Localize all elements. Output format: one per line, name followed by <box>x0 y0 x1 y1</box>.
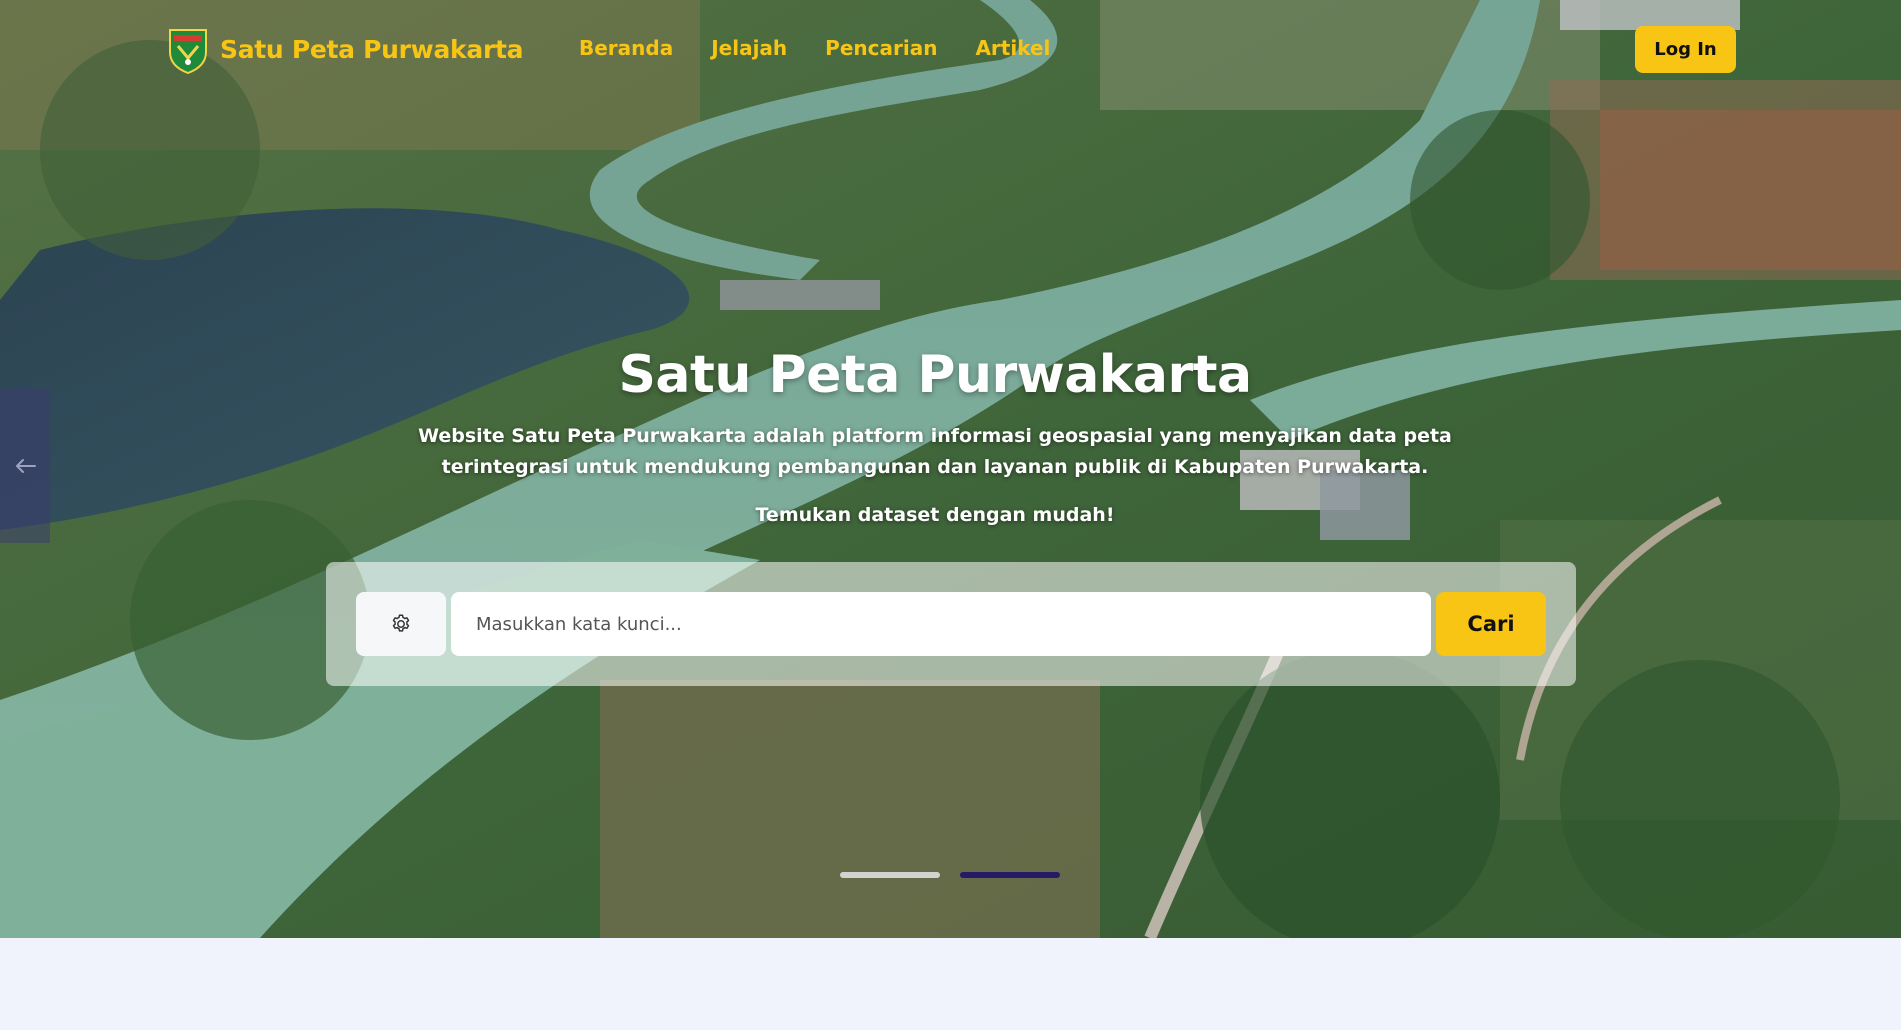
nav-item-artikel[interactable]: Artikel <box>975 36 1050 60</box>
nav-item-jelajah[interactable]: Jelajah <box>711 36 787 60</box>
carousel-indicator-1[interactable] <box>840 872 940 878</box>
arrow-left-icon <box>16 458 36 473</box>
carousel-indicators <box>840 872 1060 878</box>
hero-description: Website Satu Peta Purwakarta adalah plat… <box>418 425 1452 478</box>
page-content-area <box>0 938 1901 1030</box>
search-button[interactable]: Cari <box>1436 592 1546 656</box>
hero-subtitle: Temukan dataset dengan mudah! <box>755 504 1115 526</box>
brand-logo-link[interactable]: Satu Peta Purwakarta <box>164 24 524 74</box>
login-button[interactable]: Log In <box>1635 26 1736 73</box>
search-input[interactable] <box>451 592 1431 656</box>
main-nav: Beranda Jelajah Pencarian Artikel <box>579 36 1088 60</box>
nav-item-pencarian[interactable]: Pencarian <box>825 36 937 60</box>
hero-title: Satu Peta Purwakarta <box>618 345 1252 405</box>
brand-name: Satu Peta Purwakarta <box>220 34 524 64</box>
carousel-indicator-2[interactable] <box>960 872 1060 878</box>
hero-section: Satu Peta Purwakarta Beranda Jelajah Pen… <box>0 0 1901 938</box>
settings-gear-icon <box>392 614 410 632</box>
search-panel: Cari <box>326 562 1576 686</box>
nav-item-beranda[interactable]: Beranda <box>579 36 673 60</box>
purwakarta-emblem-icon <box>169 29 207 74</box>
search-filter-button[interactable] <box>356 592 446 656</box>
